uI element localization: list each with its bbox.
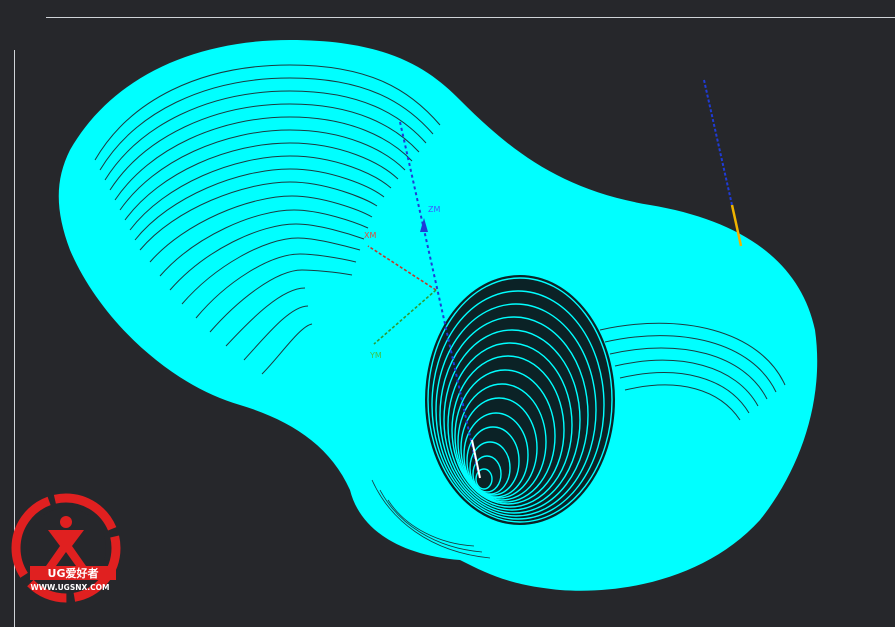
zm-label: ZM: [428, 205, 440, 214]
xm-label: XM: [364, 231, 376, 240]
ym-label: YM: [369, 351, 382, 360]
watermark-figure-head-icon: [60, 516, 72, 528]
spiral-bowl: [425, 275, 615, 525]
watermark-url: WWW.UGSNX.COM: [31, 583, 110, 592]
tool-axis-line: [703, 79, 733, 206]
watermark-brand: UG爱好者: [48, 566, 99, 580]
graphics-viewport[interactable]: ZM XM YM UG爱好者 WWW.UGSNX.COM: [0, 0, 895, 627]
ugsnx-watermark-logo: UG爱好者 WWW.UGSNX.COM: [11, 493, 121, 603]
toolpath-scene: ZM XM YM UG爱好者 WWW.UGSNX.COM: [11, 40, 818, 603]
toolpath-body: [58, 40, 818, 591]
